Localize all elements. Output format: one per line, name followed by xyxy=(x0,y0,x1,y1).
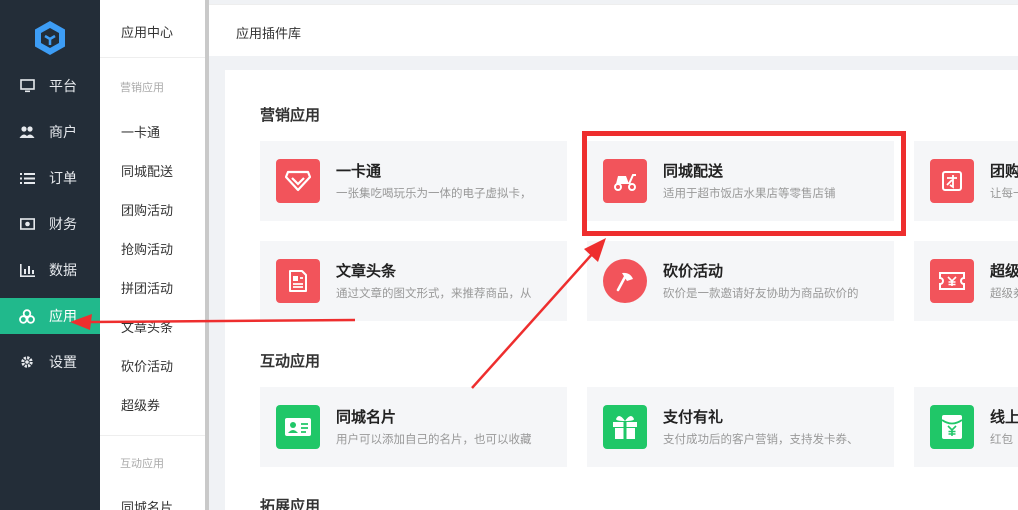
nav-label-finance: 财务 xyxy=(49,217,77,233)
nav-label-apps: 应用 xyxy=(49,309,77,325)
users-icon xyxy=(19,124,35,140)
section-title-extension: 拓展应用 xyxy=(260,497,321,510)
app-card-red-packet[interactable]: 线上 红包 xyxy=(914,387,1018,467)
app-card-title: 砍价活动 xyxy=(663,262,724,280)
nav-label-orders: 订单 xyxy=(49,171,77,187)
app-card-desc: 一张集吃喝玩乐为一体的电子虚拟卡， xyxy=(336,186,532,200)
gift-icon xyxy=(603,405,647,449)
sub-item-bargain[interactable]: 砍价活动 xyxy=(121,356,173,375)
sub-sidebar: 应用中心 营销应用 一卡通 同城配送 团购活动 抢购活动 拼团活动 文章头条 砍… xyxy=(100,0,205,510)
card-icon xyxy=(276,405,320,449)
section-title-marketing: 营销应用 xyxy=(260,106,321,124)
nav-item-settings[interactable]: 设置 xyxy=(0,344,100,380)
sub-group-interactive: 互动应用 xyxy=(120,457,164,470)
app-card-title: 超级 xyxy=(990,262,1018,280)
sub-item-pintuan[interactable]: 拼团活动 xyxy=(121,278,173,297)
nav-item-orders[interactable]: 订单 xyxy=(0,160,100,196)
app-card-title: 同城名片 xyxy=(336,408,397,426)
coupon-icon xyxy=(930,259,974,303)
app-card-pay-gift[interactable]: 支付有礼 支付成功后的客户营销，支持发卡券、 xyxy=(587,387,894,467)
section-title-interactive: 互动应用 xyxy=(260,352,321,370)
sub-item-one-card[interactable]: 一卡通 xyxy=(121,122,160,141)
divider xyxy=(100,435,205,436)
sub-item-flash-sale[interactable]: 抢购活动 xyxy=(121,239,173,258)
app-card-title: 支付有礼 xyxy=(663,408,724,426)
nav-item-data[interactable]: 数据 xyxy=(0,252,100,288)
app-card-title: 线上 xyxy=(990,408,1018,426)
nav-label-settings: 设置 xyxy=(49,355,77,371)
apps-icon xyxy=(19,308,35,324)
sub-item-group-buy[interactable]: 团购活动 xyxy=(121,200,173,219)
app-card-desc: 适用于超市饭店水果店等零售店铺 xyxy=(663,186,836,200)
app-card-title: 同城配送 xyxy=(663,162,724,180)
app-card-desc: 超级券 xyxy=(990,286,1018,300)
sub-item-super-coupon[interactable]: 超级券 xyxy=(121,395,160,414)
app-library-panel: 营销应用 一卡通 一张集吃喝玩乐为一体的电子虚拟卡， 同城配送 适用于超市饭店水… xyxy=(225,70,1018,510)
scooter-icon xyxy=(603,159,647,203)
app-card-desc: 红包 xyxy=(990,432,1013,446)
article-icon xyxy=(276,259,320,303)
app-card-desc: 砍价是一款邀请好友协助为商品砍价的 xyxy=(663,286,859,300)
monitor-icon xyxy=(19,78,35,94)
bar-chart-icon xyxy=(19,262,35,278)
app-card-group-buy[interactable]: 团购 让每一 xyxy=(914,141,1018,221)
nav-label-merchant: 商户 xyxy=(49,125,77,141)
nav-item-finance[interactable]: 财务 xyxy=(0,206,100,242)
app-card-bargain[interactable]: 砍价活动 砍价是一款邀请好友协助为商品砍价的 xyxy=(587,241,894,321)
page-title: 应用插件库 xyxy=(236,27,302,42)
sub-item-article[interactable]: 文章头条 xyxy=(121,317,173,336)
nav-label-platform: 平台 xyxy=(49,79,77,95)
main-sidebar: 平台 商户 订单 财务 数据 应用 设置 xyxy=(0,0,100,510)
divider xyxy=(100,57,205,58)
app-card-title: 团购 xyxy=(990,162,1018,180)
nav-label-data: 数据 xyxy=(49,263,77,279)
sub-item-delivery[interactable]: 同城配送 xyxy=(121,161,173,180)
app-card-title: 文章头条 xyxy=(336,262,397,280)
logo-icon xyxy=(35,21,65,55)
app-card-desc: 用户可以添加自己的名片，也可以收藏 xyxy=(336,432,532,446)
app-card-desc: 让每一 xyxy=(990,186,1018,200)
sub-group-marketing: 营销应用 xyxy=(120,81,164,94)
page-header: 应用插件库 xyxy=(209,4,1018,56)
sub-sidebar-title: 应用中心 xyxy=(121,26,174,41)
app-card-article[interactable]: 文章头条 通过文章的图文形式，来推荐商品，从 xyxy=(260,241,567,321)
diamond-icon xyxy=(276,159,320,203)
sub-sidebar-scrollbar[interactable] xyxy=(205,0,209,510)
app-card-title: 一卡通 xyxy=(336,162,382,180)
app-card-super-coupon[interactable]: 超级 超级券 xyxy=(914,241,1018,321)
nav-item-platform[interactable]: 平台 xyxy=(0,68,100,104)
nav-item-apps[interactable]: 应用 xyxy=(0,298,100,334)
money-icon xyxy=(19,216,35,232)
app-card-business-card[interactable]: 同城名片 用户可以添加自己的名片，也可以收藏 xyxy=(260,387,567,467)
app-card-desc: 通过文章的图文形式，来推荐商品，从 xyxy=(336,286,532,300)
group-buy-icon xyxy=(930,159,974,203)
red-packet-icon xyxy=(930,405,974,449)
app-card-desc: 支付成功后的客户营销，支持发卡券、 xyxy=(663,432,859,446)
app-card-delivery[interactable]: 同城配送 适用于超市饭店水果店等零售店铺 xyxy=(587,141,894,221)
app-card-one-card[interactable]: 一卡通 一张集吃喝玩乐为一体的电子虚拟卡， xyxy=(260,141,567,221)
sub-item-business-card[interactable]: 同城名片 xyxy=(121,497,173,510)
gear-icon xyxy=(19,354,35,370)
list-icon xyxy=(19,170,35,186)
axe-icon xyxy=(603,259,647,303)
nav-item-merchant[interactable]: 商户 xyxy=(0,114,100,150)
